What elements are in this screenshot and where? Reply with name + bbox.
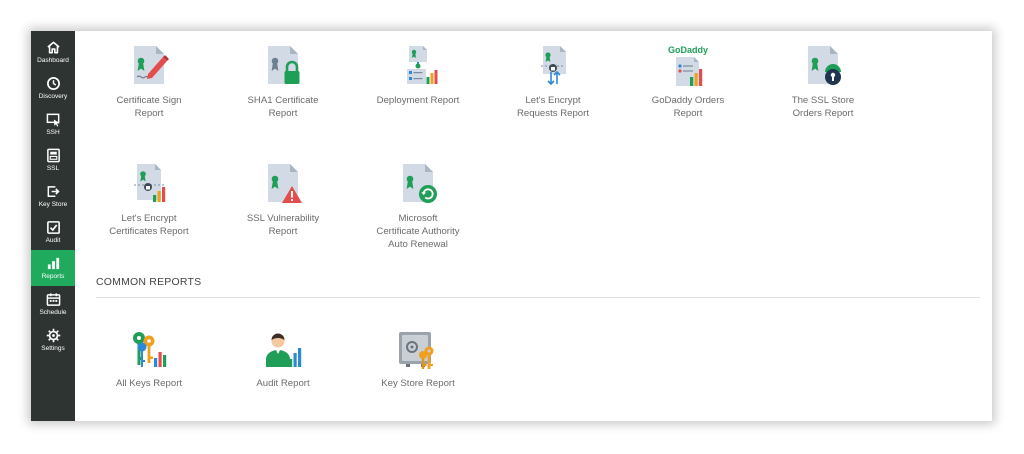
sidebar-item-ssh[interactable]: SSH xyxy=(31,106,75,142)
godaddy-orders-report-tile[interactable]: GoDaddy GoDaddy Orders Report xyxy=(625,44,751,120)
user-chart-icon xyxy=(266,333,302,367)
sidebar-item-reports[interactable]: Reports xyxy=(31,250,75,286)
report-label: SSL Vulnerability Report xyxy=(246,213,320,237)
sidebar-item-dashboard[interactable]: Dashboard xyxy=(31,34,75,70)
ssl-icon xyxy=(46,148,60,163)
ssl-vulnerability-report-tile[interactable]: SSL Vulnerability Report xyxy=(220,162,346,238)
safe-keys-icon xyxy=(399,332,434,369)
key-store-icon xyxy=(47,186,60,197)
common-reports-heading: COMMON REPORTS xyxy=(96,276,202,288)
certificate-sign-icon xyxy=(134,46,169,84)
lets-encrypt-certificates-icon xyxy=(134,164,166,202)
sidebar-item-label: Schedule xyxy=(39,309,67,316)
report-label: The SSL Store Orders Report xyxy=(791,95,855,119)
reports-icon xyxy=(47,257,59,270)
ssl-store-orders-icon xyxy=(808,46,841,85)
report-label: All Keys Report xyxy=(115,378,183,389)
sidebar-item-label: Dashboard xyxy=(37,57,69,64)
deployment-report-tile[interactable]: Deployment Report xyxy=(355,44,481,107)
sidebar-item-key-store[interactable]: Key Store xyxy=(31,178,75,214)
certificate-sign-report-tile[interactable]: Certificate Sign Report xyxy=(86,44,212,120)
home-icon xyxy=(46,41,60,54)
report-label: Microsoft Certificate Authority Auto Ren… xyxy=(376,213,460,250)
report-label: Deployment Report xyxy=(376,95,460,106)
ssh-icon xyxy=(46,113,60,127)
godaddy-orders-icon: GoDaddy xyxy=(668,45,708,86)
all-keys-report-tile[interactable]: All Keys Report xyxy=(86,327,212,390)
audit-report-tile[interactable]: Audit Report xyxy=(220,327,346,390)
keys-chart-icon xyxy=(133,332,167,367)
report-label: GoDaddy Orders Report xyxy=(651,95,725,119)
sidebar-item-label: Key Store xyxy=(38,201,68,208)
report-label: Audit Report xyxy=(256,378,310,389)
certificate-lock-icon xyxy=(268,46,300,84)
sidebar-item-label: SSH xyxy=(46,129,60,136)
godaddy-brand-text: GoDaddy xyxy=(668,45,708,55)
sidebar: Dashboard Discovery SSH SSL Key Store Au… xyxy=(31,31,75,421)
report-label: Let's Encrypt Certificates Report xyxy=(109,213,189,237)
section-divider xyxy=(96,297,980,298)
sidebar-item-schedule[interactable]: Schedule xyxy=(31,286,75,322)
sha1-certificate-report-tile[interactable]: SHA1 Certificate Report xyxy=(220,44,346,120)
sidebar-item-label: Discovery xyxy=(38,93,68,100)
reports-panel: Certificate Sign Report SHA1 Certificate… xyxy=(75,31,992,421)
report-label: Key Store Report xyxy=(381,378,455,389)
sidebar-item-discovery[interactable]: Discovery xyxy=(31,70,75,106)
report-label: Certificate Sign Report xyxy=(116,95,182,119)
certificate-warning-icon xyxy=(268,164,302,203)
gear-icon xyxy=(46,328,60,343)
sidebar-item-audit[interactable]: Audit xyxy=(31,214,75,250)
sidebar-item-label: Settings xyxy=(41,345,65,352)
app-window: Dashboard Discovery SSH SSL Key Store Au… xyxy=(31,31,992,421)
lets-encrypt-requests-icon xyxy=(541,46,566,86)
report-label: Let's Encrypt Requests Report xyxy=(517,95,589,119)
discovery-icon xyxy=(46,77,60,90)
audit-icon xyxy=(46,221,60,234)
sidebar-item-settings[interactable]: Settings xyxy=(31,322,75,358)
report-label: SHA1 Certificate Report xyxy=(247,95,319,119)
sidebar-item-ssl[interactable]: SSL xyxy=(31,142,75,178)
ssl-store-orders-report-tile[interactable]: The SSL Store Orders Report xyxy=(760,44,886,120)
microsoft-ca-auto-renewal-tile[interactable]: Microsoft Certificate Authority Auto Ren… xyxy=(355,162,481,251)
lets-encrypt-requests-report-tile[interactable]: Let's Encrypt Requests Report xyxy=(490,44,616,120)
sidebar-item-label: SSL xyxy=(46,165,60,172)
sidebar-item-label: Reports xyxy=(41,273,65,280)
calendar-icon xyxy=(46,293,60,306)
sidebar-item-label: Audit xyxy=(45,237,61,244)
certificate-renewal-icon xyxy=(403,164,437,203)
key-store-report-tile[interactable]: Key Store Report xyxy=(355,327,481,390)
lets-encrypt-certificates-report-tile[interactable]: Let's Encrypt Certificates Report xyxy=(86,162,212,238)
deployment-icon xyxy=(407,46,438,84)
